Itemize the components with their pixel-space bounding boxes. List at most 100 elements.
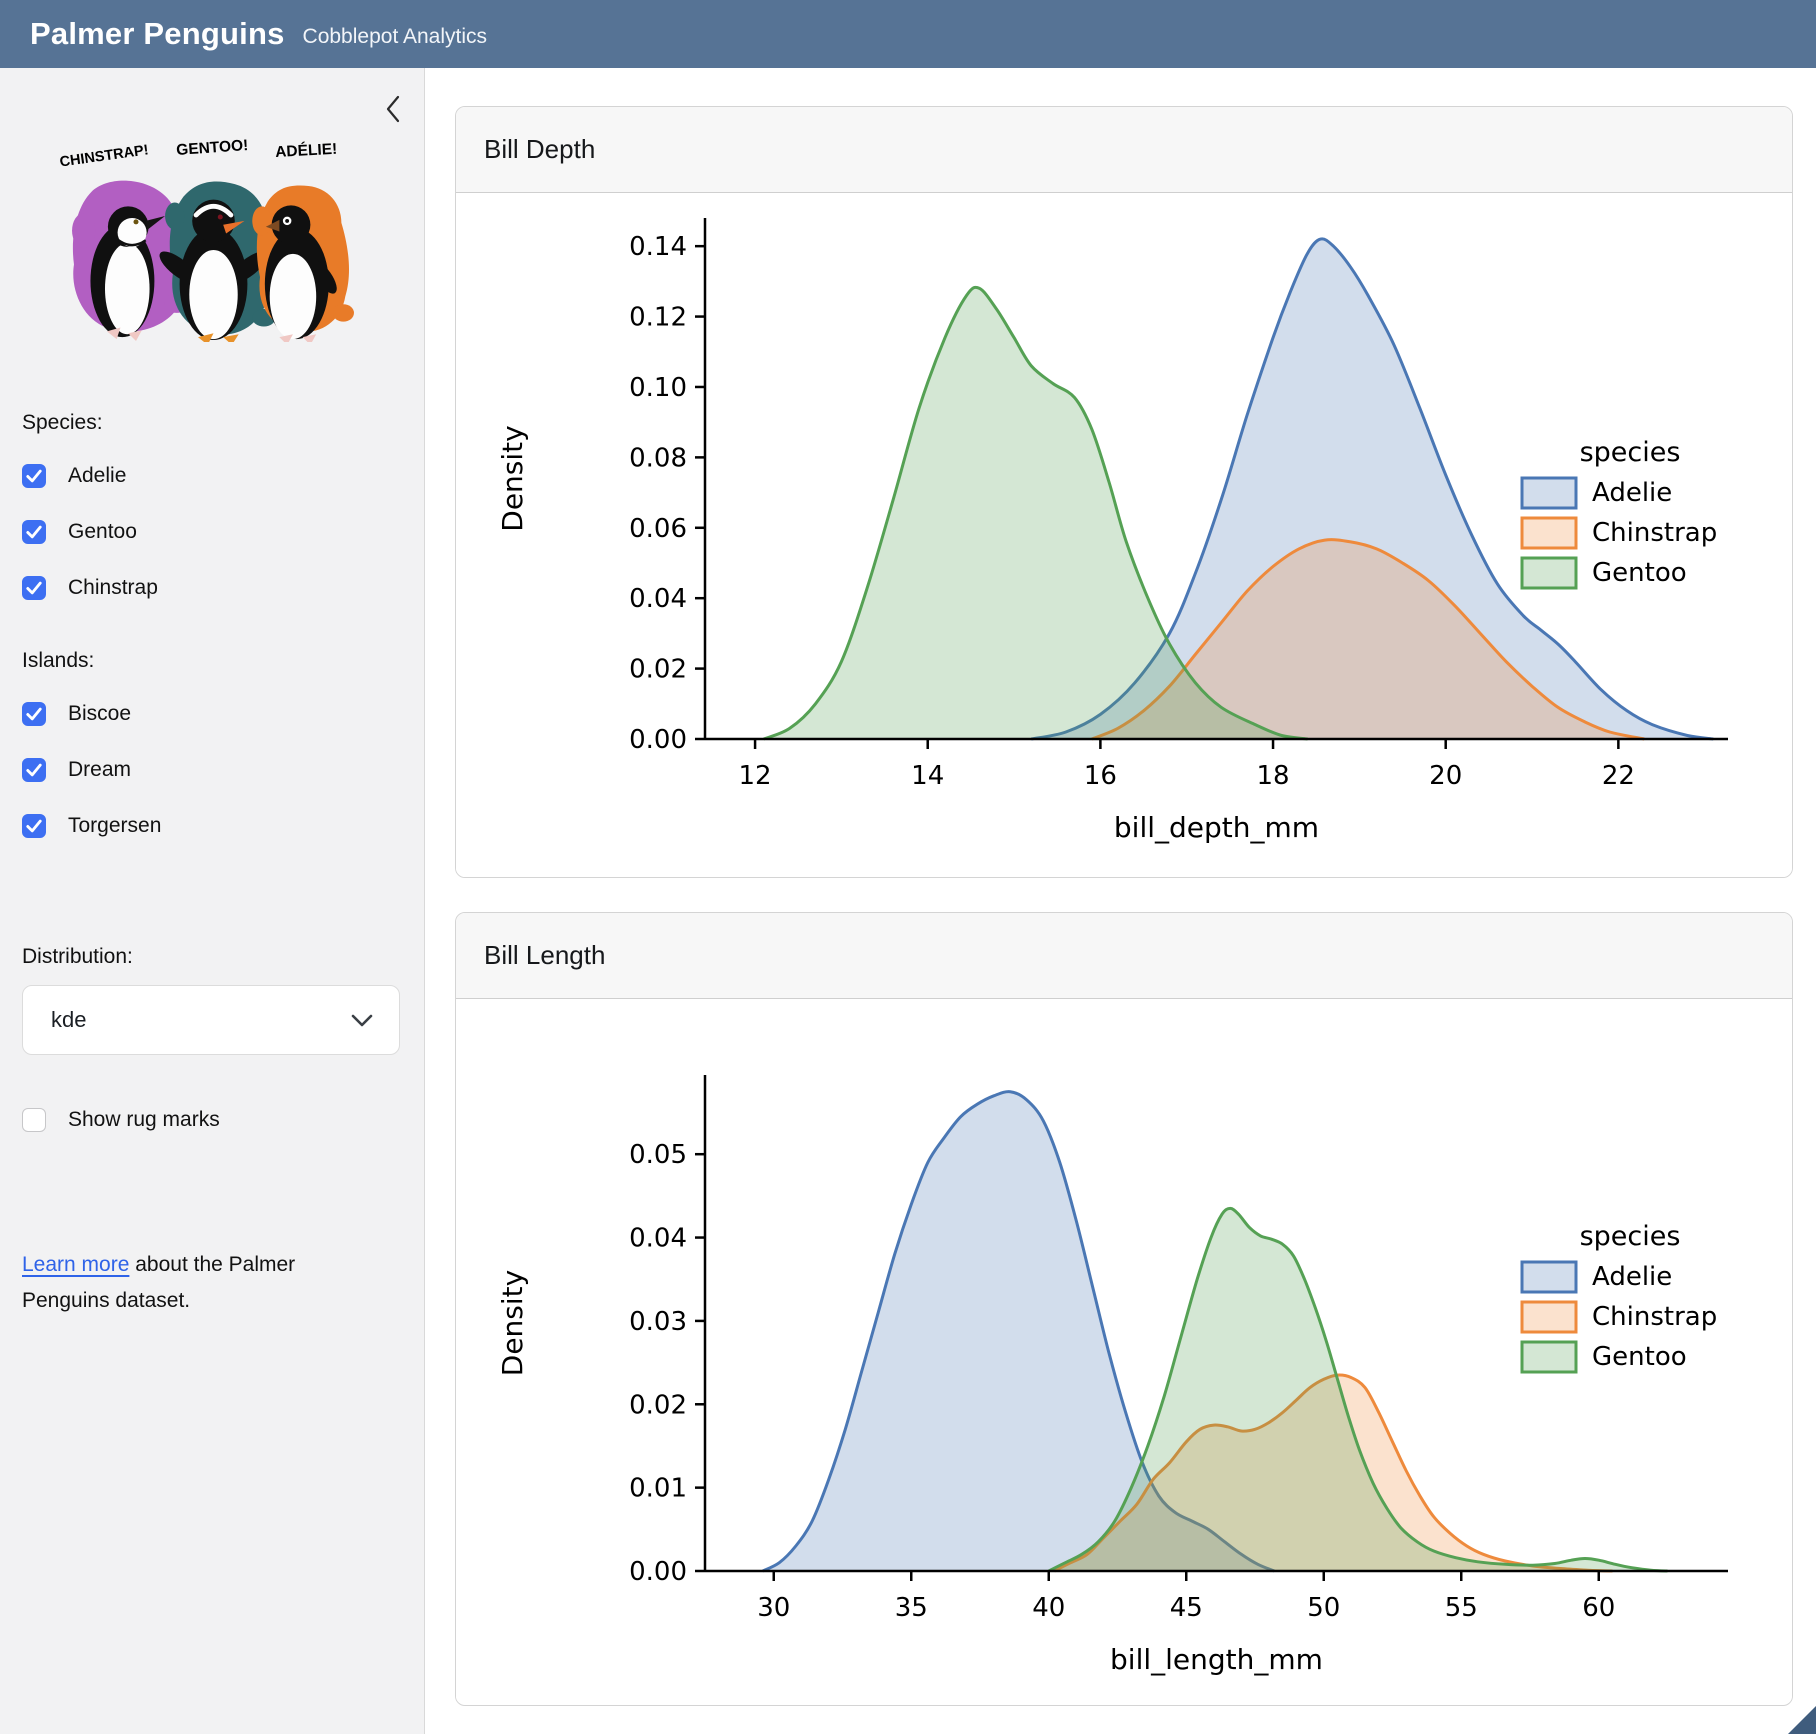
x-tick-label: 20 [1429, 761, 1462, 791]
bill-length-card: Bill Length 30 35 40 45 50 55 60 0.00 0.01 0.02 0.… [455, 912, 1793, 1706]
species-checkbox-adelie[interactable]: Adelie [22, 461, 424, 491]
bill-length-card-header: Bill Length [456, 913, 1792, 999]
y-tick-label: 0.02 [629, 655, 687, 685]
x-axis-label: bill_length_mm [1110, 1643, 1323, 1676]
checkbox[interactable] [22, 758, 46, 782]
checkbox[interactable] [22, 576, 46, 600]
bill-depth-card-body: 12 14 16 18 20 22 0.00 0.02 0.04 0.06 0.08 0.10 0.12… [456, 193, 1792, 877]
chevron-left-icon [384, 94, 402, 124]
x-tick-label: 30 [757, 1593, 790, 1623]
x-tick-label: 14 [911, 761, 944, 791]
legend-swatch-chinstrap [1522, 1302, 1576, 1332]
distribution-select[interactable]: kde [22, 985, 400, 1055]
checkbox-label: Adelie [68, 464, 126, 488]
x-tick-label: 45 [1170, 1593, 1203, 1623]
islands-label: Islands: [22, 649, 424, 673]
y-tick-label: 0.00 [629, 725, 687, 755]
legend-label-gentoo: Gentoo [1592, 1342, 1687, 1372]
island-checkbox-torgersen[interactable]: Torgersen [22, 811, 424, 841]
sidebar: CHINSTRAP! GENTOO! ADÉLIE! Species: Adel… [0, 68, 425, 1734]
island-checkbox-biscoe[interactable]: Biscoe [22, 699, 424, 729]
species-checkbox-chinstrap[interactable]: Chinstrap [22, 573, 424, 603]
artwork-adelie-label: ADÉLIE! [275, 141, 338, 161]
check-icon [26, 581, 42, 595]
distribution-label: Distribution: [22, 945, 424, 969]
checkbox[interactable] [22, 464, 46, 488]
main-content: Bill Depth 12 14 16 18 20 22 0.00 0.02 0.04 0.06 0… [425, 68, 1816, 1734]
bill-length-card-title: Bill Length [484, 940, 605, 971]
checkbox-label: Chinstrap [68, 576, 158, 600]
x-axis-label: bill_depth_mm [1114, 811, 1319, 844]
sidebar-collapse-button[interactable] [378, 92, 408, 126]
check-icon [26, 1113, 42, 1127]
species-label: Species: [22, 411, 424, 435]
checkbox-label: Dream [68, 758, 131, 782]
checkbox[interactable] [22, 702, 46, 726]
artwork-chinstrap-label: CHINSTRAP! [59, 142, 150, 170]
checkbox[interactable] [22, 520, 46, 544]
check-icon [26, 763, 42, 777]
legend-label-adelie: Adelie [1592, 478, 1672, 508]
checkbox[interactable] [22, 1108, 46, 1132]
penguins-artwork: CHINSTRAP! GENTOO! ADÉLIE! [28, 124, 368, 342]
learn-more-link[interactable]: Learn more [22, 1253, 129, 1276]
artwork-gentoo-label: GENTOO! [176, 137, 249, 159]
bill-depth-card: Bill Depth 12 14 16 18 20 22 0.00 0.02 0.04 0.06 0… [455, 106, 1793, 878]
x-tick-label: 55 [1445, 1593, 1478, 1623]
y-axis-label: Density [496, 1270, 529, 1376]
rug-marks-checkbox[interactable]: Show rug marks [22, 1105, 424, 1135]
distribution-selected-value: kde [51, 1007, 86, 1033]
y-axis-label: Density [496, 425, 529, 531]
y-tick-label: 0.02 [629, 1390, 687, 1420]
y-tick-label: 0.00 [629, 1557, 687, 1587]
y-tick-label: 0.03 [629, 1307, 687, 1337]
check-icon [26, 707, 42, 721]
x-tick-label: 12 [739, 761, 772, 791]
y-tick-label: 0.08 [629, 443, 687, 473]
y-tick-label: 0.14 [629, 232, 687, 262]
y-tick-label: 0.04 [629, 584, 687, 614]
bill-length-plot: 303540455055600.000.010.020.030.040.05De… [456, 999, 1792, 1703]
y-tick-label: 0.10 [629, 373, 687, 403]
checkbox-label: Torgersen [68, 814, 161, 838]
x-tick-label: 16 [1084, 761, 1117, 791]
y-tick-label: 0.04 [629, 1224, 687, 1254]
legend-swatch-adelie [1522, 478, 1576, 508]
legend-label-chinstrap: Chinstrap [1592, 518, 1717, 548]
app-subtitle: Cobblepot Analytics [303, 25, 487, 49]
x-tick-label: 35 [895, 1593, 928, 1623]
checkbox-label: Gentoo [68, 520, 137, 544]
island-checkbox-dream[interactable]: Dream [22, 755, 424, 785]
x-tick-label: 40 [1032, 1593, 1065, 1623]
bill-length-card-body: 303540455055600.000.010.020.030.040.05De… [456, 999, 1792, 1703]
legend-label-adelie: Adelie [1592, 1262, 1672, 1292]
check-icon [26, 819, 42, 833]
bill-depth-plot: 12 14 16 18 20 22 0.00 0.02 0.04 0.06 0.08 0.10 0.12… [456, 193, 1792, 877]
resize-corner [1788, 1706, 1816, 1734]
legend-title: species [1580, 1221, 1681, 1252]
bill-depth-card-header: Bill Depth [456, 107, 1792, 193]
x-tick-label: 50 [1307, 1593, 1340, 1623]
app-title: Palmer Penguins [30, 16, 285, 52]
y-tick-label: 0.06 [629, 514, 687, 544]
legend-swatch-gentoo [1522, 558, 1576, 588]
legend-swatch-chinstrap [1522, 518, 1576, 548]
bill-depth-card-title: Bill Depth [484, 134, 595, 165]
y-tick-label: 0.01 [629, 1474, 687, 1504]
x-tick-label: 60 [1582, 1593, 1615, 1623]
check-icon [26, 525, 42, 539]
legend-title: species [1580, 437, 1681, 468]
x-tick-label: 18 [1256, 761, 1289, 791]
app-header: Palmer Penguins Cobblepot Analytics [0, 0, 1816, 68]
species-checkbox-gentoo[interactable]: Gentoo [22, 517, 424, 547]
legend-label-chinstrap: Chinstrap [1592, 1302, 1717, 1332]
rug-marks-label: Show rug marks [68, 1108, 220, 1132]
legend-label-gentoo: Gentoo [1592, 558, 1687, 588]
legend-swatch-adelie [1522, 1262, 1576, 1292]
y-tick-label: 0.12 [629, 303, 687, 333]
chevron-down-icon [351, 1014, 373, 1027]
checkbox-label: Biscoe [68, 702, 131, 726]
checkbox[interactable] [22, 814, 46, 838]
check-icon [26, 469, 42, 483]
x-tick-label: 22 [1602, 761, 1635, 791]
